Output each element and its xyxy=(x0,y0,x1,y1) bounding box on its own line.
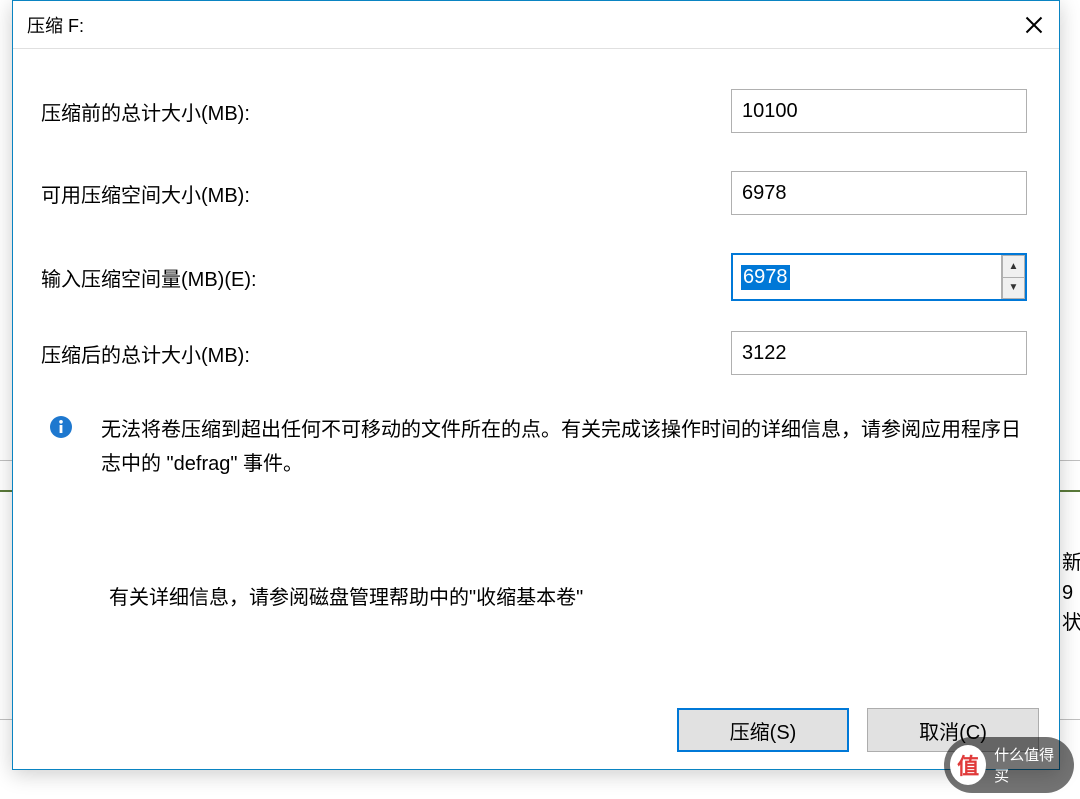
spinner-buttons: ▲ ▼ xyxy=(1001,255,1025,299)
label-total-after: 压缩后的总计大小(MB): xyxy=(41,339,731,368)
shrink-amount-spinner[interactable]: 6978 ▲ ▼ xyxy=(731,253,1027,301)
watermark-badge: 值 什么值得买 xyxy=(944,737,1074,793)
value-total-after: 3122 xyxy=(731,331,1027,375)
label-available-shrink: 可用压缩空间大小(MB): xyxy=(41,179,731,208)
label-total-before: 压缩前的总计大小(MB): xyxy=(41,97,731,126)
row-total-before: 压缩前的总计大小(MB): 10100 xyxy=(41,89,1041,133)
dialog-content: 压缩前的总计大小(MB): 10100 可用压缩空间大小(MB): 6978 输… xyxy=(13,49,1059,691)
close-button[interactable] xyxy=(1009,1,1059,49)
row-available-shrink: 可用压缩空间大小(MB): 6978 xyxy=(41,171,1041,215)
shrink-amount-value: 6978 xyxy=(741,265,790,290)
info-block: 无法将卷压缩到超出任何不可移动的文件所在的点。有关完成该操作时间的详细信息，请参… xyxy=(41,413,1041,481)
spinner-down[interactable]: ▼ xyxy=(1002,277,1025,300)
close-icon xyxy=(1025,16,1043,34)
row-total-after: 压缩后的总计大小(MB): 3122 xyxy=(41,331,1041,375)
shrink-volume-dialog: 压缩 F: 压缩前的总计大小(MB): 10100 可用压缩空间大小(MB): … xyxy=(12,0,1060,770)
spinner-up[interactable]: ▲ xyxy=(1002,255,1025,277)
row-shrink-amount: 输入压缩空间量(MB)(E): 6978 ▲ ▼ xyxy=(41,253,1041,301)
watermark-text: 什么值得买 xyxy=(994,744,1062,786)
value-available-shrink: 6978 xyxy=(731,171,1027,215)
info-icon xyxy=(49,415,73,439)
shrink-button[interactable]: 压缩(S) xyxy=(677,708,849,752)
watermark-icon: 值 xyxy=(950,745,986,785)
help-text: 有关详细信息，请参阅磁盘管理帮助中的"收缩基本卷" xyxy=(41,581,1041,610)
label-shrink-amount: 输入压缩空间量(MB)(E): xyxy=(41,263,731,292)
bg-side-text: 新 9 状 xyxy=(1062,548,1080,638)
value-total-before: 10100 xyxy=(731,89,1027,133)
dialog-title: 压缩 F: xyxy=(27,12,84,38)
info-text: 无法将卷压缩到超出任何不可移动的文件所在的点。有关完成该操作时间的详细信息，请参… xyxy=(101,413,1021,481)
titlebar: 压缩 F: xyxy=(13,1,1059,49)
info-icon-col xyxy=(41,413,101,481)
button-row: 压缩(S) 取消(C) xyxy=(13,691,1059,769)
shrink-amount-input[interactable]: 6978 xyxy=(733,255,1001,299)
